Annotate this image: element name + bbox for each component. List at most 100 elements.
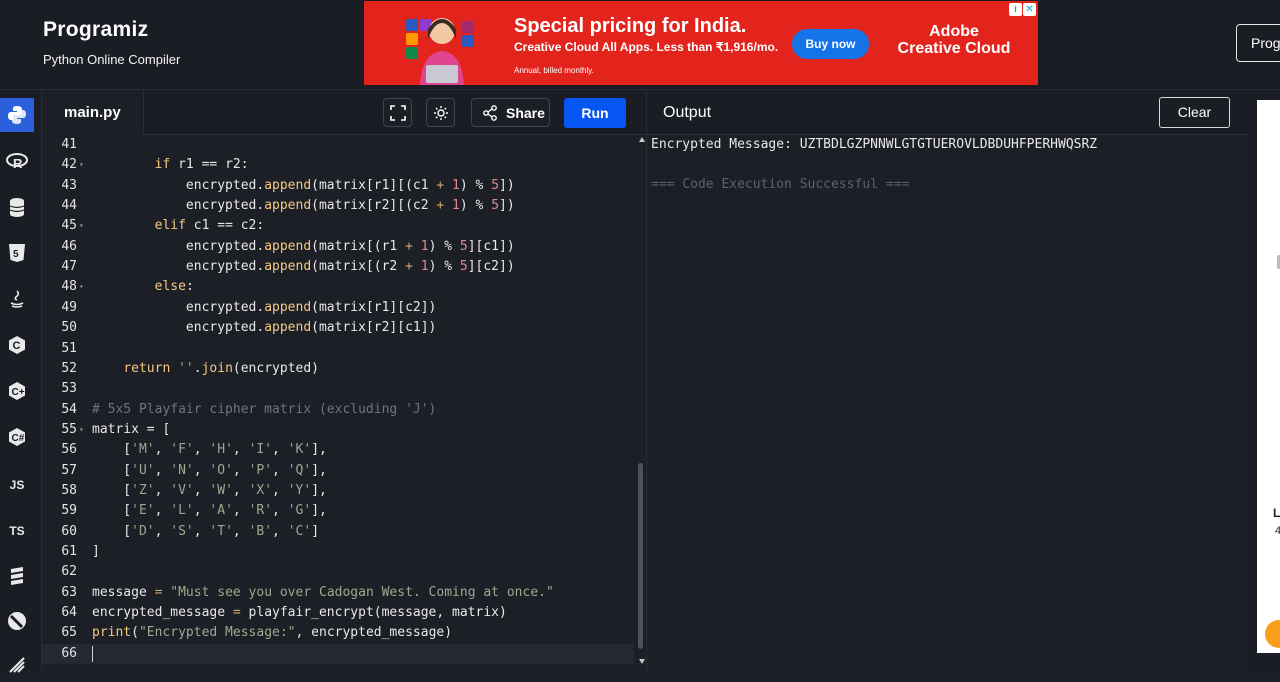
line-number: 45: [61, 218, 77, 234]
code-line[interactable]: 62: [42, 562, 634, 582]
run-button[interactable]: Run: [564, 98, 626, 128]
python-icon[interactable]: [0, 98, 34, 132]
sun-icon: [433, 105, 448, 120]
scroll-up-icon[interactable]: [639, 137, 645, 142]
ad-close-icon[interactable]: ✕: [1023, 3, 1036, 16]
right-ad-text: L: [1273, 506, 1280, 520]
line-number: 50: [61, 320, 77, 336]
ad-buy-now-button[interactable]: Buy now: [792, 29, 869, 59]
code-line[interactable]: 41: [42, 135, 634, 155]
theme-toggle-button[interactable]: [426, 98, 455, 127]
code-line[interactable]: 46 encrypted.append(matrix[(r1 + 1) % 5]…: [42, 237, 634, 257]
code-line[interactable]: 63 message = "Must see you over Cadogan W…: [42, 583, 634, 603]
code-line[interactable]: 56 ['M', 'F', 'H', 'I', 'K'],: [42, 440, 634, 460]
code-line[interactable]: 66: [42, 643, 634, 664]
code-editor[interactable]: 41 42 ▾ if r1 == r2: 43 encrypted.append(ma…: [42, 135, 646, 671]
fold-arrow-icon[interactable]: ▾: [79, 420, 84, 440]
html5-icon[interactable]: 5: [0, 236, 34, 270]
svg-text:C+: C+: [12, 387, 25, 398]
fold-arrow-icon[interactable]: ▾: [79, 155, 84, 175]
r-icon[interactable]: R: [0, 144, 34, 178]
file-tab-main-py[interactable]: main.py: [42, 91, 144, 135]
code-line[interactable]: 44 encrypted.append(matrix[r2][(c2 + 1) …: [42, 196, 634, 216]
output-console[interactable]: Encrypted Message: UZTBDLGZPNNWLGTGTUERO…: [646, 135, 1248, 671]
swift-icon[interactable]: [0, 648, 34, 682]
php-icon[interactable]: [0, 604, 34, 638]
logo[interactable]: Programiz: [43, 18, 148, 42]
code-line[interactable]: 59 ['E', 'L', 'A', 'R', 'G'],: [42, 501, 634, 521]
line-number: 44: [61, 198, 77, 214]
scroll-down-icon[interactable]: [639, 659, 645, 664]
java-icon[interactable]: [0, 282, 34, 316]
svg-text:C#: C#: [12, 433, 25, 444]
code-text: ['M', 'F', 'H', 'I', 'K'],: [92, 442, 327, 458]
c-icon[interactable]: C: [0, 328, 34, 362]
line-number: 54: [61, 401, 77, 417]
sql-icon[interactable]: [0, 190, 34, 224]
code-line[interactable]: 61]: [42, 542, 634, 562]
code-text: # 5x5 Playfair cipher matrix (excluding …: [92, 401, 437, 417]
code-text: encrypted_message = playfair_encrypt(mes…: [92, 605, 507, 621]
right-ad-banner[interactable]: [1257, 100, 1280, 653]
ad-banner[interactable]: Special pricing for India. Creative Clou…: [364, 1, 1038, 85]
header-right-button[interactable]: Prog: [1236, 24, 1280, 62]
line-number: 48: [61, 279, 77, 295]
code-line[interactable]: 52 return ''.join(encrypted): [42, 359, 634, 379]
code-line[interactable]: 57 ['U', 'N', 'O', 'P', 'Q'],: [42, 461, 634, 481]
clear-button[interactable]: Clear: [1159, 97, 1230, 128]
code-line[interactable]: 49 encrypted.append(matrix[r1][c2]): [42, 298, 634, 318]
cpp-icon[interactable]: C+: [0, 374, 34, 408]
line-number: 59: [61, 503, 77, 519]
code-line[interactable]: 47 encrypted.append(matrix[(r2 + 1) % 5]…: [42, 257, 634, 277]
line-number: 47: [61, 259, 77, 275]
go-icon[interactable]: [0, 558, 34, 592]
code-line[interactable]: 64 encrypted_message = playfair_encrypt(m…: [42, 603, 634, 623]
code-text: print("Encrypted Message:", encrypted_me…: [92, 625, 453, 641]
share-button[interactable]: Share: [471, 98, 550, 127]
code-text: message = "Must see you over Cadogan Wes…: [92, 584, 554, 600]
ad-info-icon[interactable]: i: [1009, 3, 1022, 16]
code-line[interactable]: 42 ▾ if r1 == r2:: [42, 155, 634, 175]
fold-arrow-icon[interactable]: ▾: [79, 216, 84, 236]
code-line[interactable]: 53: [42, 379, 634, 399]
editor-toolbar: main.py Share Run: [42, 91, 646, 135]
code-text: encrypted.append(matrix[(r1 + 1) % 5][c1…: [92, 238, 515, 254]
ts-icon[interactable]: TS: [0, 514, 34, 548]
js-icon[interactable]: JS: [0, 468, 34, 502]
ad-fine-print: Annual, billed monthly.: [514, 66, 594, 75]
scrollbar-thumb[interactable]: [638, 463, 643, 649]
share-icon: [483, 104, 497, 121]
code-line[interactable]: 65 print("Encrypted Message:", encrypted_…: [42, 623, 634, 643]
line-number: 66: [61, 645, 77, 661]
ad-brand-line2: Creative Cloud: [897, 40, 1011, 57]
code-line[interactable]: 51: [42, 339, 634, 359]
ad-subtitle: Creative Cloud All Apps. Less than ₹1,91…: [514, 40, 779, 54]
code-line[interactable]: 55 ▾ matrix = [: [42, 420, 634, 440]
code-line[interactable]: 54 # 5x5 Playfair cipher matrix (excludin…: [42, 400, 634, 420]
line-number: 61: [61, 544, 77, 559]
fullscreen-button[interactable]: [383, 98, 412, 127]
line-number: 62: [61, 564, 77, 580]
line-number: 60: [61, 523, 77, 539]
csharp-icon[interactable]: C#: [0, 420, 34, 454]
code-line[interactable]: 60 ['D', 'S', 'T', 'B', 'C']: [42, 522, 634, 542]
line-number: 57: [61, 462, 77, 478]
fold-arrow-icon[interactable]: ▾: [79, 277, 84, 297]
code-text: matrix = [: [92, 421, 171, 437]
compiler-subtitle: Python Online Compiler: [43, 52, 181, 67]
line-number: 43: [61, 177, 77, 193]
code-line[interactable]: 50 encrypted.append(matrix[r2][c1]): [42, 318, 634, 338]
line-number: 41: [61, 137, 77, 152]
svg-text:R: R: [13, 156, 23, 170]
code-line[interactable]: 45 ▾ elif c1 == c2:: [42, 216, 634, 236]
code-line[interactable]: 58 ['Z', 'V', 'W', 'X', 'Y'],: [42, 481, 634, 501]
code-text: ]: [92, 544, 100, 559]
right-ad-subtext: 4: [1275, 525, 1280, 537]
text-cursor: [92, 645, 93, 662]
code-text: return ''.join(encrypted): [123, 360, 319, 376]
share-label: Share: [506, 104, 545, 121]
code-line[interactable]: 43 encrypted.append(matrix[r1][(c1 + 1) …: [42, 176, 634, 196]
code-line[interactable]: 48 ▾ else:: [42, 277, 634, 297]
line-number: 51: [61, 340, 77, 356]
code-text: encrypted.append(matrix[r2][c1]): [92, 320, 437, 336]
